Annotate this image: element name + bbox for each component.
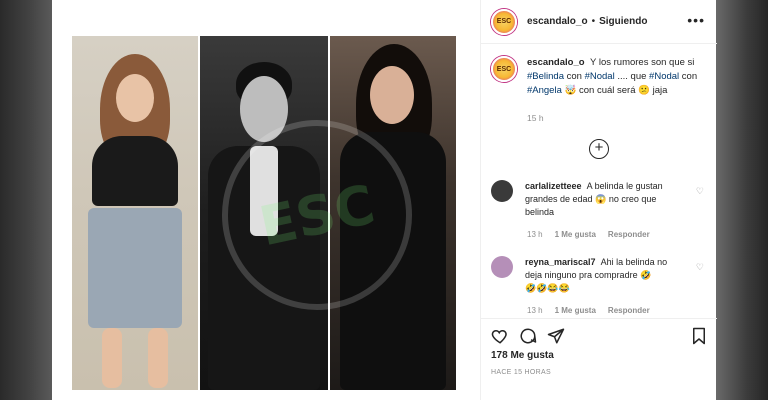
bookmark-icon[interactable] — [691, 327, 707, 348]
comment-icon[interactable] — [519, 327, 537, 348]
comment-time: 13 h — [527, 306, 543, 315]
comment-text: carlalizetteee A belinda le gustan grand… — [525, 181, 663, 217]
share-icon[interactable] — [547, 327, 565, 348]
photo-woman-left — [72, 36, 198, 390]
comment-like-icon[interactable]: ♡ — [696, 186, 704, 197]
like-count[interactable]: 178 Me gusta — [491, 350, 554, 361]
hashtag-link[interactable]: #Nodal — [585, 71, 615, 82]
comment-item: reyna_mariscal7 Ahi la belinda no deja n… — [491, 256, 707, 295]
emoji: 😕 — [638, 85, 650, 96]
reply-button[interactable]: Responder — [608, 230, 650, 239]
commenter-username[interactable]: reyna_mariscal7 — [525, 257, 596, 267]
post-header: ESC escandalo_o • Siguiendo ••• — [481, 0, 717, 44]
caption: ESC escandalo_o Y los rumores son que si… — [491, 56, 707, 98]
commenter-avatar[interactable] — [491, 256, 513, 278]
comment-text: reyna_mariscal7 Ahi la belinda no deja n… — [525, 257, 668, 293]
commenter-username[interactable]: carlalizetteee — [525, 181, 582, 191]
separator-dot: • — [591, 16, 596, 27]
emoji-row: 🤣🤣😂😂 — [525, 283, 570, 293]
hashtag-link[interactable]: #Nodal — [649, 71, 679, 82]
author-username[interactable]: escandalo_o — [527, 16, 588, 27]
comment-likes[interactable]: 1 Me gusta — [555, 306, 596, 315]
emoji: 🤯 — [564, 85, 577, 96]
comment-likes[interactable]: 1 Me gusta — [555, 230, 596, 239]
hashtag-link[interactable]: #Belinda — [527, 71, 564, 82]
follow-status-button[interactable]: Siguiendo — [599, 16, 647, 27]
post-sidebar: ESC escandalo_o • Siguiendo ••• ESC esca… — [480, 0, 717, 400]
caption-avatar[interactable]: ESC — [491, 56, 517, 82]
load-more-comments-icon[interactable]: + — [589, 139, 609, 159]
backdrop-right — [716, 0, 768, 400]
commenter-avatar[interactable] — [491, 180, 513, 202]
caption-text: escandalo_o Y los rumores son que si #Be… — [527, 57, 698, 96]
more-options-icon[interactable]: ••• — [687, 13, 705, 27]
author-avatar[interactable]: ESC — [491, 8, 517, 35]
caption-username[interactable]: escandalo_o — [527, 57, 585, 68]
reply-button[interactable]: Responder — [608, 306, 650, 315]
comment-meta: 13 h 1 Me gusta Responder — [527, 230, 650, 239]
comment-time: 13 h — [527, 230, 543, 239]
post-image[interactable]: ESC — [52, 0, 480, 400]
comment-meta: 13 h 1 Me gusta Responder — [527, 306, 650, 315]
backdrop-left — [0, 0, 52, 400]
hashtag-link[interactable]: #Angela — [527, 85, 562, 96]
caption-timestamp: 15 h — [527, 113, 544, 123]
heart-icon[interactable] — [491, 327, 509, 348]
post-age: HACE 15 HORAS — [491, 369, 551, 376]
comment-item: carlalizetteee A belinda le gustan grand… — [491, 180, 707, 219]
comment-like-icon[interactable]: ♡ — [696, 262, 704, 273]
